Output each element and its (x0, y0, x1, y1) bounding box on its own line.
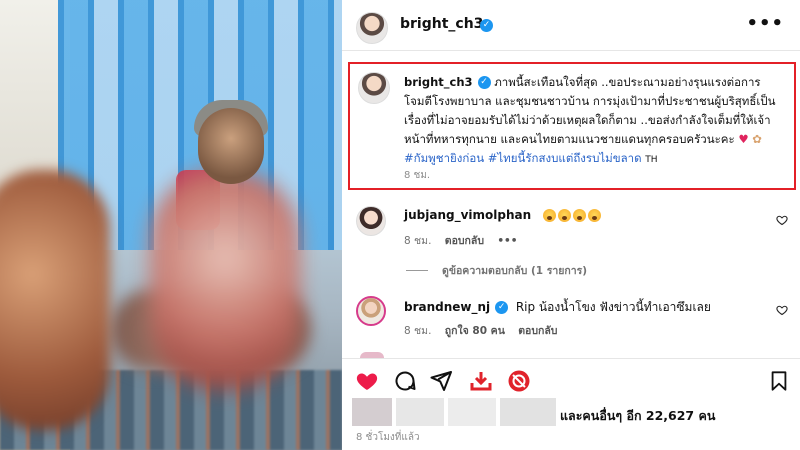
comment-more-icon[interactable]: ••• (497, 235, 517, 247)
commenter-avatar[interactable] (356, 296, 386, 326)
comment-username[interactable]: brandnew_nj (404, 300, 490, 314)
view-replies-link[interactable]: ดูข้อความตอบกลับ (1 รายการ) (406, 262, 587, 279)
liker-name-blurred (448, 398, 496, 426)
comment-time: 8 ชม. (404, 235, 432, 247)
comment-icon (395, 371, 416, 391)
comment-like-count[interactable]: ถูกใจ 80 คน (445, 325, 505, 337)
download-button[interactable] (468, 368, 494, 394)
caption-verified-badge-icon: ✓ (477, 76, 491, 89)
reply-button[interactable]: ตอบกลับ (445, 235, 484, 247)
repost-button[interactable] (506, 368, 532, 394)
crying-emoji-icon (542, 209, 556, 222)
comment-like-heart-icon[interactable] (776, 214, 788, 226)
caption-username[interactable]: bright_ch3 (404, 75, 473, 89)
comment-like-heart-icon[interactable] (776, 304, 788, 316)
caption-text-block: bright_ch3 ✓ ภาพนี้สะเทือนใจที่สุด ..ขอปร… (404, 73, 788, 170)
share-icon (430, 371, 452, 391)
view-replies-text: ดูข้อความตอบกลับ (1 รายการ) (442, 265, 588, 277)
caption-hashtags[interactable]: #กัมพูชายิงก่อน #ไทยนี้รักสงบแต่ถึงรบไม่… (404, 151, 642, 165)
media-blurred-person (0, 170, 110, 430)
post-timestamp: 8 ชั่วโมงที่แล้ว (356, 432, 420, 443)
share-button[interactable] (428, 368, 454, 394)
author-username[interactable]: bright_ch3 (400, 16, 483, 32)
comment-meta: 8 ชม. ถูกใจ 80 คน ตอบกลับ (404, 322, 567, 339)
save-button[interactable] (766, 368, 792, 394)
caption-highlight-box: bright_ch3 ✓ ภาพนี้สะเทือนใจที่สุด ..ขอปร… (348, 62, 796, 190)
reply-button[interactable]: ตอบกลับ (518, 325, 557, 337)
bookmark-icon (771, 371, 787, 391)
liker-name-blurred (500, 398, 556, 426)
crying-emoji-icon (572, 209, 586, 222)
replies-line (406, 270, 428, 271)
liker-avatar-blurred (352, 398, 392, 426)
commenter-verified-badge-icon: ✓ (495, 301, 509, 314)
commenter-avatar[interactable] (356, 206, 386, 236)
action-bar (342, 362, 800, 398)
comment-meta: 8 ชม. ตอบกลับ ••• (404, 232, 527, 249)
more-options-icon[interactable]: ••• (746, 13, 784, 34)
comment-time: 8 ชม. (404, 325, 432, 337)
comment-button[interactable] (392, 368, 418, 394)
crying-emoji-icon (557, 209, 571, 222)
translate-link[interactable]: TH (645, 155, 657, 165)
comment-body: jubjang_vimolphan (404, 208, 774, 222)
header-divider (342, 50, 800, 51)
author-avatar[interactable] (356, 12, 388, 44)
comment-username[interactable]: jubjang_vimolphan (404, 208, 531, 222)
media-blurred-figure (150, 170, 300, 390)
post-media[interactable] (0, 0, 342, 450)
liker-name-blurred (396, 398, 444, 426)
crying-emoji-icon (587, 209, 601, 222)
comment-body: brandnew_nj ✓ Rip น้องน้ำโขง ฟังข่าวนี้ทำ… (404, 298, 774, 317)
heart-emoji-icon: ♥ (738, 132, 749, 146)
caption-author-avatar[interactable] (358, 72, 390, 104)
like-button[interactable] (354, 368, 380, 394)
post-panel: bright_ch3 ✓ ••• bright_ch3 ✓ ภาพนี้สะเทื… (342, 0, 800, 450)
verified-badge-icon: ✓ (480, 19, 493, 32)
actions-divider (342, 358, 800, 359)
repost-icon (508, 370, 530, 392)
heart-icon (356, 373, 378, 390)
likes-count-text: และคนอื่นๆ อีก 22,627 คน (560, 408, 716, 423)
download-icon (470, 372, 492, 391)
comment-text: Rip น้องน้ำโขง ฟังข่าวนี้ทำเอาซึมเลย (515, 300, 711, 314)
caption-time: 8 ชม. (404, 170, 431, 181)
likes-summary[interactable]: และคนอื่นๆ อีก 22,627 คน (352, 398, 792, 428)
post-header: bright_ch3 ✓ ••• (342, 0, 800, 50)
media-figure-face (198, 108, 264, 184)
praying-hands-emoji-icon: ✿ (752, 132, 762, 146)
